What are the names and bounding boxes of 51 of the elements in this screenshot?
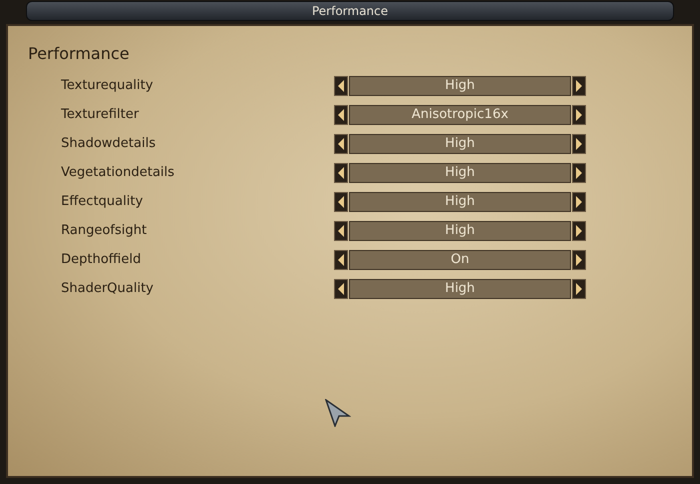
previous-button[interactable] (334, 250, 348, 270)
setting-label: Depthoffield (60, 251, 142, 270)
left-arrow-icon (338, 109, 344, 121)
left-arrow-icon (338, 196, 344, 208)
left-arrow-icon (338, 225, 344, 237)
setting-value[interactable]: On (349, 250, 571, 270)
right-arrow-icon (576, 80, 582, 92)
previous-button[interactable] (334, 221, 348, 241)
setting-value[interactable]: High (349, 279, 571, 299)
previous-button[interactable] (334, 163, 348, 183)
setting-value[interactable]: High (349, 134, 571, 154)
previous-button[interactable] (334, 105, 348, 125)
setting-label: Texturequality (60, 77, 154, 96)
cursor-icon (325, 399, 351, 427)
left-arrow-icon (338, 80, 344, 92)
next-button[interactable] (572, 105, 586, 125)
right-arrow-icon (576, 196, 582, 208)
setting-label: Rangeofsight (60, 222, 148, 240)
previous-button[interactable] (334, 76, 348, 96)
right-arrow-icon (576, 225, 582, 237)
setting-label: Vegetationdetails (60, 164, 176, 182)
right-arrow-icon (576, 138, 582, 150)
right-arrow-icon (576, 283, 582, 295)
window-title: Performance (312, 5, 388, 17)
right-arrow-icon (576, 167, 582, 179)
next-button[interactable] (572, 192, 586, 212)
next-button[interactable] (572, 221, 586, 241)
setting-value[interactable]: Anisotropic16x (349, 105, 571, 125)
setting-label: ShaderQuality (60, 280, 155, 298)
previous-button[interactable] (334, 192, 348, 212)
section-heading: Performance (28, 43, 130, 65)
setting-value[interactable]: High (349, 163, 571, 183)
right-arrow-icon (576, 109, 582, 121)
setting-label: Texturefilter (60, 106, 140, 124)
left-arrow-icon (338, 283, 344, 295)
next-button[interactable] (572, 279, 586, 299)
next-button[interactable] (572, 250, 586, 270)
setting-label: Effectquality (60, 193, 144, 212)
left-arrow-icon (338, 254, 344, 266)
setting-value[interactable]: High (349, 76, 571, 96)
left-arrow-icon (338, 138, 344, 150)
next-button[interactable] (572, 76, 586, 96)
previous-button[interactable] (334, 279, 348, 299)
next-button[interactable] (572, 163, 586, 183)
previous-button[interactable] (334, 134, 348, 154)
next-button[interactable] (572, 134, 586, 154)
right-arrow-icon (576, 254, 582, 266)
setting-value[interactable]: High (349, 192, 571, 212)
setting-value[interactable]: High (349, 221, 571, 241)
left-arrow-icon (338, 167, 344, 179)
setting-label: Shadowdetails (60, 135, 157, 154)
